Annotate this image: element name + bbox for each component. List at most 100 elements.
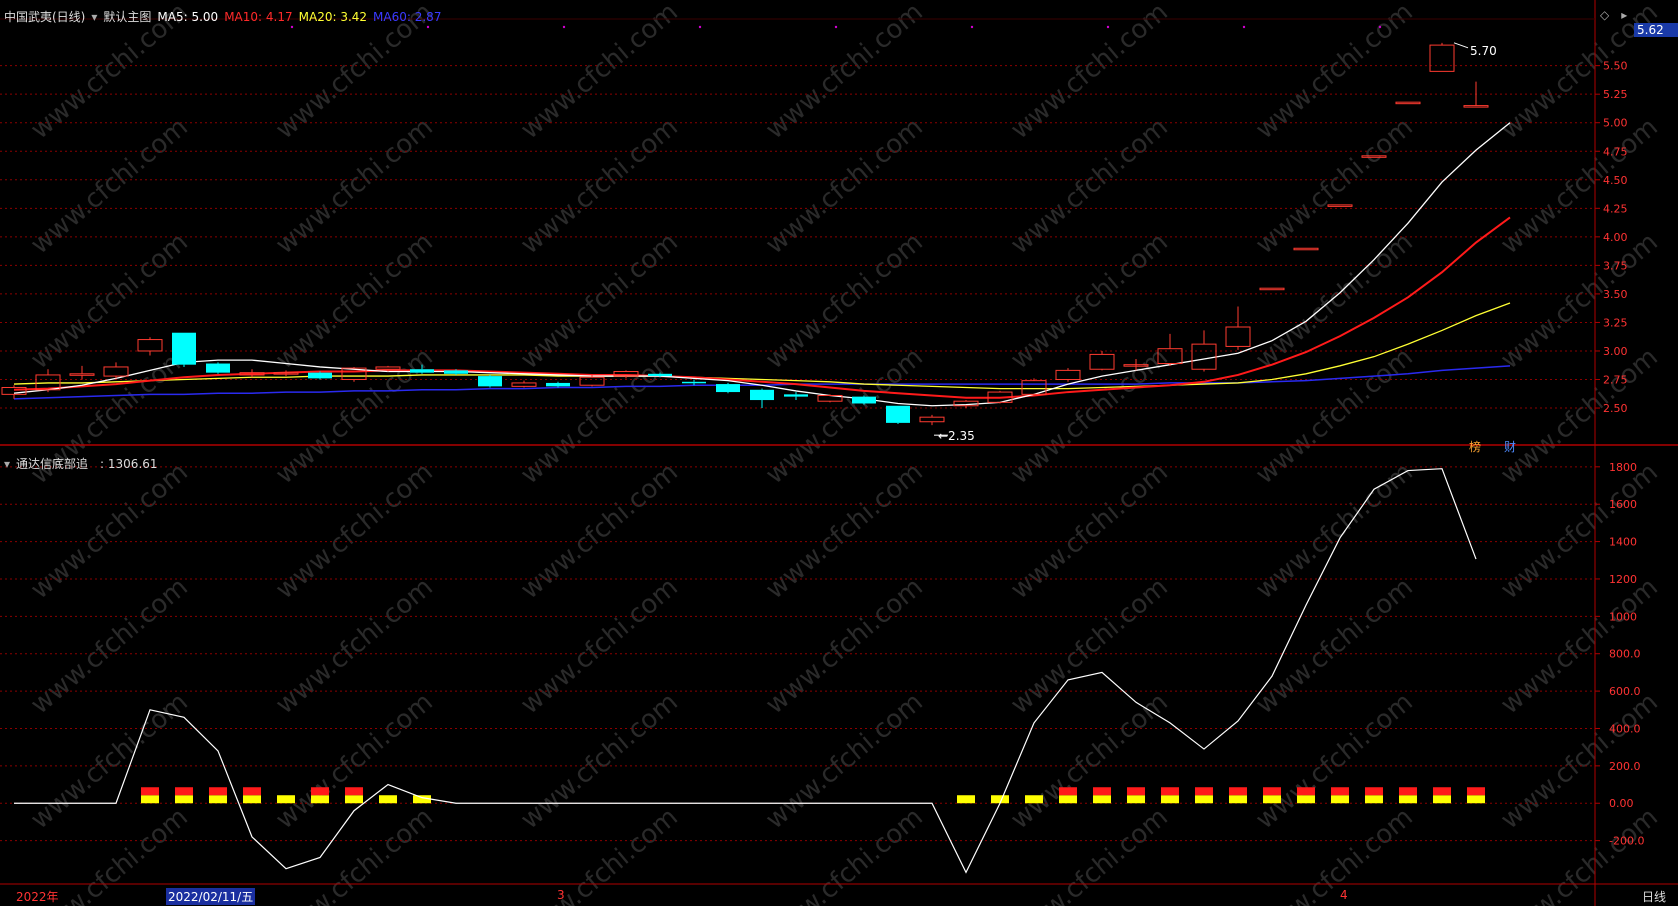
low-price-label: ←2.35 — [938, 429, 975, 443]
candle-body-down — [886, 405, 910, 423]
candle-body-up — [919, 416, 945, 423]
indicator-tick-label: 800.0 — [1609, 648, 1641, 661]
indicator-yellow-marker — [345, 795, 363, 804]
candle-body-down — [716, 384, 740, 393]
indicator-dropdown-icon[interactable]: ▾ — [4, 457, 10, 471]
indicator-yellow-marker — [1059, 795, 1077, 804]
candle-body-up — [1463, 105, 1489, 108]
indicator-yellow-marker — [1399, 795, 1417, 804]
ma5-label: MA5: 5.00 — [157, 9, 219, 24]
candle-body-up — [1293, 247, 1319, 251]
indicator-header: ▾ 通达信底部追 : 1306.61 — [4, 455, 158, 472]
ma20-label: MA20: 3.42 — [298, 9, 368, 24]
candle-body-up — [103, 366, 129, 377]
indicator-red-marker — [1093, 787, 1111, 796]
indicator-tick-label: 1600 — [1609, 498, 1637, 511]
candle-body-up — [1191, 343, 1217, 370]
candle-body-up — [137, 339, 163, 352]
candle-body-down — [410, 369, 434, 373]
indicator-red-marker — [175, 787, 193, 796]
price-tick-label: 5.00 — [1603, 117, 1628, 130]
signal-dot — [698, 25, 702, 29]
stock-name-label[interactable]: 中国武夷(日线) — [4, 8, 85, 25]
price-tick-label: 3.75 — [1603, 259, 1628, 272]
price-tick-label: 4.25 — [1603, 202, 1628, 215]
indicator-yellow-marker — [277, 795, 295, 804]
rank-badge[interactable]: 榜 — [1466, 438, 1484, 455]
price-tick-label: 4.50 — [1603, 174, 1628, 187]
year-label: 2022年 — [16, 890, 59, 904]
signal-dot — [426, 25, 430, 29]
indicator-red-marker — [243, 787, 261, 796]
candle-body-up — [1395, 101, 1421, 105]
candle-body-down — [206, 363, 230, 373]
price-tick-label: 2.50 — [1603, 402, 1628, 415]
price-tick-label: 5.25 — [1603, 88, 1628, 101]
indicator-value-label: : 1306.61 — [100, 456, 158, 471]
indicator-yellow-marker — [209, 795, 227, 804]
indicator-red-marker — [1467, 787, 1485, 796]
indicator-red-marker — [311, 787, 329, 796]
indicator-tick-label: 0.00 — [1609, 797, 1634, 810]
candle-body-down — [172, 332, 196, 365]
indicator-name-label[interactable]: 通达信底部追 — [16, 455, 88, 472]
indicator-red-marker — [1331, 787, 1349, 796]
month-3-label: 3 — [557, 888, 565, 902]
indicator-yellow-marker — [175, 795, 193, 804]
template-dropdown-icon[interactable]: ▾ — [91, 10, 97, 24]
signal-dot — [1378, 25, 1382, 29]
indicator-yellow-marker — [1229, 795, 1247, 804]
period-button[interactable]: 日线 — [1642, 888, 1666, 905]
indicator-tick-label: 600.0 — [1609, 685, 1641, 698]
indicator-red-marker — [1059, 787, 1077, 796]
signal-dot — [970, 25, 974, 29]
main-template-label[interactable]: 默认主图 — [103, 8, 151, 25]
chart-canvas[interactable]: www.cfchi.com www.cfchi.com www.cfchi.com w… — [0, 0, 1678, 906]
top-right-controls: ◇ ▸ — [1600, 8, 1627, 22]
candle-body-up — [579, 376, 605, 386]
indicator-red-marker — [1127, 787, 1145, 796]
candle-body-down — [750, 389, 774, 401]
price-tick-label: 2.75 — [1603, 374, 1628, 387]
signal-dot — [1242, 25, 1246, 29]
candle-body-down — [852, 396, 876, 404]
indicator-red-marker — [1263, 787, 1281, 796]
price-tick-label: 5.50 — [1603, 60, 1628, 73]
indicator-tick-label: 400.0 — [1609, 722, 1641, 735]
indicator-red-marker — [345, 787, 363, 796]
high-price-label: 5.70 — [1470, 44, 1497, 58]
price-tick-label: 3.25 — [1603, 316, 1628, 329]
candle-body-up — [1259, 287, 1285, 291]
price-tick-label: 3.00 — [1603, 345, 1628, 358]
candle-body-down — [682, 381, 706, 384]
candle-body-up — [1429, 44, 1455, 72]
candle-body-down — [308, 372, 332, 379]
candle-body-up — [511, 382, 537, 387]
indicator-yellow-marker — [379, 795, 397, 804]
indicator-red-marker — [1433, 787, 1451, 796]
candle-body-down — [546, 382, 570, 387]
price-tick-label: 3.50 — [1603, 288, 1628, 301]
indicator-red-marker — [1297, 787, 1315, 796]
candle-body-up — [69, 373, 95, 376]
signal-dot — [562, 25, 566, 29]
candle-body-down — [784, 394, 808, 397]
indicator-red-marker — [209, 787, 227, 796]
indicator-yellow-marker — [141, 795, 159, 804]
candle-body-up — [1089, 353, 1115, 370]
indicator-tick-label: 1400 — [1609, 536, 1637, 549]
indicator-yellow-marker — [1433, 795, 1451, 804]
signal-dot — [1106, 25, 1110, 29]
indicator-red-marker — [1161, 787, 1179, 796]
indicator-yellow-marker — [1161, 795, 1179, 804]
month-4-label: 4 — [1340, 888, 1348, 902]
price-tick-label: 4.75 — [1603, 145, 1628, 158]
indicator-yellow-marker — [243, 795, 261, 804]
diamond-icon[interactable]: ◇ — [1600, 8, 1609, 22]
finance-badge[interactable]: 财 — [1501, 438, 1519, 455]
candle-body-down — [478, 376, 502, 387]
high-marker-arrow — [1453, 42, 1469, 49]
scroll-right-icon[interactable]: ▸ — [1621, 8, 1627, 22]
indicator-tick-label: 1200 — [1609, 573, 1637, 586]
price-tick-label: 4.00 — [1603, 231, 1628, 244]
